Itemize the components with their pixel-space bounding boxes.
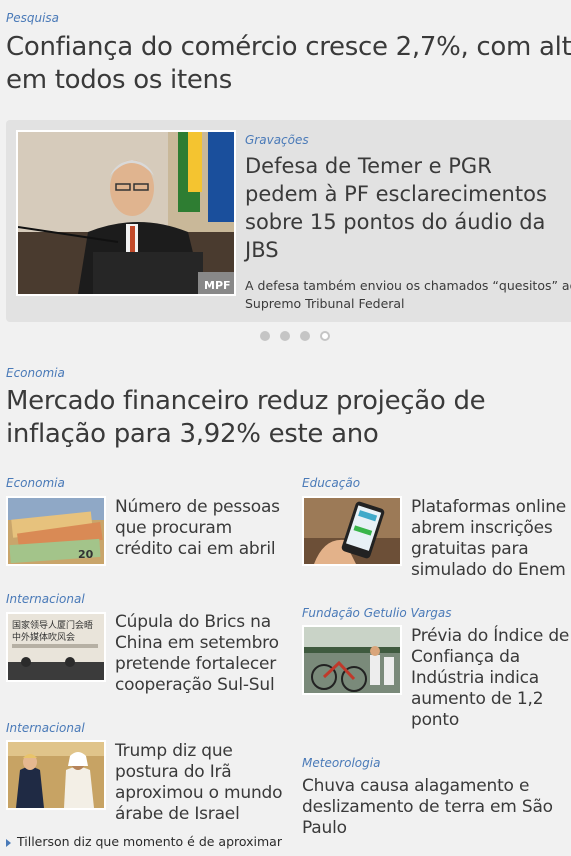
news-thumbnail[interactable]: 20 [6,496,106,566]
top-story-headline[interactable]: Confiança do comércio cresce 2,7%, com a… [6,31,571,97]
carousel-headline[interactable]: Defesa de Temer e PGR pedem à PF esclare… [245,152,571,264]
news-headline-line: China em setembro [115,633,279,653]
main-story-headline-line: inflação para 3,92% este ano [6,419,379,449]
news-headline-line: deslizamento de terra em São [302,797,553,817]
arrow-right-icon [6,838,11,847]
news-headline-line: Número de pessoas [115,497,280,517]
trump-meeting-image [8,742,104,808]
news-thumbnail[interactable] [6,740,106,810]
news-headline-line: árabe de Israel [115,804,240,824]
news-headline-line: Prévia do Índice de [411,626,570,646]
news-headline[interactable]: Trump diz que postura do Irã aproximou o… [115,741,283,825]
carousel-summary: A defesa também enviou os chamados “ques… [245,277,571,313]
carousel-headline-line: pedem à PF esclarecimentos [245,182,547,206]
news-headline-line: Paulo [302,818,347,838]
svg-text:国家领导人厦门会晤: 国家领导人厦门会晤 [12,619,93,631]
news-category[interactable]: Meteorologia [302,756,380,770]
news-headline[interactable]: Número de pessoas que procuram crédito c… [115,497,280,560]
news-category[interactable]: Economia [6,476,65,490]
news-headline-line: aproximou o mundo [115,783,283,803]
news-headline-line: Indústria indica [411,668,539,688]
factory-bicycles-image [304,627,400,693]
svg-text:中外媒体吹风会: 中外媒体吹风会 [12,631,75,643]
photo-watermark: MPF [204,279,231,292]
news-headline[interactable]: Cúpula do Brics na China em setembro pre… [115,612,279,696]
carousel-summary-line: A defesa também enviou os chamados “ques… [245,278,571,293]
news-headline-line: Trump diz que [115,741,233,761]
news-headline-line: Plataformas online [411,497,567,517]
news-category[interactable]: Internacional [6,721,85,735]
carousel-pagination [260,331,330,341]
news-thumbnail[interactable] [302,496,402,566]
carousel-dot-1[interactable] [260,331,270,341]
news-headline-line: Cúpula do Brics na [115,612,271,632]
news-category[interactable]: Fundação Getulio Vargas [302,606,451,620]
carousel-headline-line: sobre 15 pontos do áudio da [245,210,546,234]
phone-app-image [304,498,400,564]
news-headline-line: que procuram [115,518,232,538]
news-headline-line: abrem inscrições [411,518,553,538]
carousel-dot-4-active[interactable] [320,331,330,341]
news-headline-line: crédito cai em abril [115,539,276,559]
news-headline-line: pretende fortalecer [115,654,277,674]
carousel-category[interactable]: Gravações [245,133,309,147]
news-headline-line: postura do Irã [115,762,232,782]
news-headline-line: cooperação Sul-Sul [115,675,275,695]
carousel-dot-2[interactable] [280,331,290,341]
related-link-label: Tillerson diz que momento é de aproximar [17,834,282,849]
carousel-summary-line: Supremo Tribunal Federal [245,296,405,311]
carousel-headline-line: Defesa de Temer e PGR [245,154,492,178]
brics-press-conference-image: 国家领导人厦门会晤 中外媒体吹风会 [8,614,104,680]
main-story-category[interactable]: Economia [6,366,65,380]
news-headline-line: gratuitas para [411,539,529,559]
news-headline-line: aumento de 1,2 [411,689,544,709]
news-headline[interactable]: Chuva causa alagamento e deslizamento de… [302,776,553,839]
carousel-headline-line: JBS [245,238,279,262]
official-speaking-image: MPF [18,132,234,294]
carousel-dot-3[interactable] [300,331,310,341]
news-category[interactable]: Internacional [6,592,85,606]
news-headline-line: ponto [411,710,460,730]
news-headline-line: simulado do Enem [411,560,566,580]
related-link[interactable]: Tillerson diz que momento é de aproximar [6,834,282,849]
banknotes-image: 20 [8,498,104,564]
news-thumbnail[interactable]: 国家领导人厦门会晤 中外媒体吹风会 [6,612,106,682]
carousel-photo[interactable]: MPF [16,130,236,296]
top-story-headline-line: Confiança do comércio cresce 2,7%, com a… [6,32,571,62]
top-story-headline-line: em todos os itens [6,65,232,95]
news-headline-line: Chuva causa alagamento e [302,776,530,796]
main-story-headline-line: Mercado financeiro reduz projeção de [6,386,486,416]
news-headline[interactable]: Plataformas online abrem inscrições grat… [411,497,566,581]
main-story-headline[interactable]: Mercado financeiro reduz projeção de inf… [6,385,486,451]
news-thumbnail[interactable] [302,625,402,695]
news-headline[interactable]: Prévia do Índice de Confiança da Indústr… [411,626,569,731]
top-story-category[interactable]: Pesquisa [6,11,59,25]
news-headline-line: Confiança da [411,647,520,667]
news-category[interactable]: Educação [302,476,360,490]
svg-text:20: 20 [78,548,94,561]
